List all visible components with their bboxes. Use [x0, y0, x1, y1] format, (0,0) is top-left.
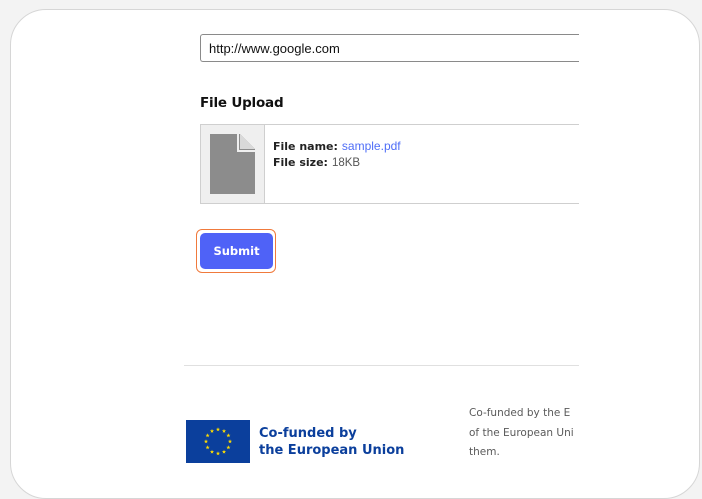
file-size-value: 18KB [331, 157, 361, 169]
eu-cofunded-text: Co-funded by the European Union [259, 425, 404, 459]
eu-star [221, 428, 227, 433]
eu-star [209, 449, 215, 454]
file-upload-heading: File Upload [200, 95, 284, 111]
file-upload-card: File name: sample.pdf File size: 18KB [200, 124, 579, 204]
eu-star [226, 433, 231, 438]
submit-button[interactable]: Submit [200, 233, 273, 269]
disclaimer-line-1: Co-funded by the E [469, 407, 571, 419]
funding-disclaimer: Co-funded by the E of the European Uni t… [469, 404, 579, 463]
eu-star [203, 439, 209, 444]
eu-star [227, 439, 233, 444]
eu-star [205, 445, 210, 450]
file-icon [210, 134, 255, 194]
eu-star [226, 445, 231, 450]
file-name-label: File name: [273, 140, 338, 153]
eu-star [221, 449, 227, 454]
eu-star [209, 428, 215, 433]
footer-divider [184, 365, 579, 366]
eu-star [215, 427, 221, 432]
disclaimer-line-3: them. [469, 446, 500, 458]
eu-line-1: Co-funded by [259, 426, 357, 441]
eu-flag-icon [186, 420, 250, 463]
file-meta: File name: sample.pdf File size: 18KB [273, 138, 401, 171]
url-input[interactable] [200, 34, 579, 62]
file-thumbnail [201, 125, 265, 203]
browser-frame: File Upload File name: sample.pdf File si… [10, 9, 700, 499]
file-size-label: File size: [273, 156, 328, 169]
page-viewport: File Upload File name: sample.pdf File si… [11, 10, 579, 498]
file-name-link[interactable]: sample.pdf [342, 139, 401, 153]
eu-stars [203, 427, 233, 456]
eu-star [205, 433, 210, 438]
file-name-row: File name: sample.pdf [273, 138, 401, 155]
file-size-row: File size: 18KB [273, 155, 401, 171]
disclaimer-line-2: of the European Uni [469, 426, 574, 439]
eu-star [215, 451, 221, 456]
eu-line-2: the European Union [259, 443, 405, 458]
